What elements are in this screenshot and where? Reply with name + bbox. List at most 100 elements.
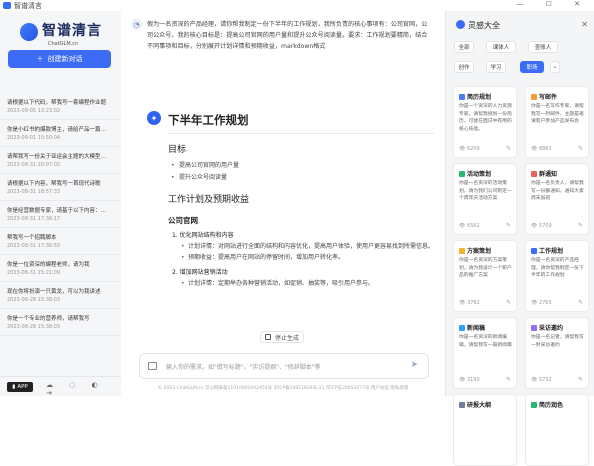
edit-icon[interactable]: ✎ <box>578 299 583 306</box>
assistant-response: 下半年工作规划 目标 提高公司官网的用户量 提升公众号阅读量 工作计划及预期收益… <box>168 109 434 327</box>
tab-4[interactable]: 学习 <box>486 61 506 73</box>
card-usage-count: 👁 5709 <box>531 223 552 229</box>
send-icon[interactable]: ➤ <box>410 360 418 370</box>
edit-icon[interactable]: ✎ <box>578 376 583 383</box>
stop-generating-button[interactable]: 停止生成 <box>260 331 305 343</box>
prompt-card[interactable]: 写邮件 你是一名写作专家，请帮我写一封邮件，主题是邀请客户参加产品发布会 👁 8… <box>525 86 589 158</box>
plan-item: 2. 增加网站营销活动 <box>172 269 228 276</box>
card-icon <box>459 248 465 254</box>
assistant-avatar-icon: ✦ <box>147 111 161 125</box>
plan-detail: 计划详情：定期举办各种营销活动，如促销、抽奖等，吸引用户参与。 <box>168 278 434 289</box>
card-description: 你是一名资深的新闻编辑，请帮我写一篇新闻稿 <box>459 335 512 348</box>
card-description: 你是一名资深的产品经理，请你帮我制定一份下半年的工作规划 <box>531 258 584 278</box>
brand: 智谱清言 ChatGLM.cn <box>20 19 110 49</box>
card-icon <box>531 402 537 408</box>
tab-0[interactable]: 全部 <box>454 41 474 53</box>
card-description: 你是一名写作专家，请帮我写一封邮件，主题是邀请客户参加产品发布会 <box>531 104 584 124</box>
image-upload-icon[interactable] <box>148 362 157 370</box>
conversation-item[interactable]: 你是小红书的爆款博主，请给产品一篇内容 2023-09-01 10:50:04 <box>0 120 121 147</box>
edit-icon[interactable]: ✎ <box>506 376 511 383</box>
card-title: 方案策划 <box>459 246 491 255</box>
brand-subtitle: ChatGLM.cn <box>48 41 79 47</box>
phone-icon: ▮ <box>12 384 16 390</box>
conversation-title: 帮我写一个招聘脚本 <box>7 235 57 241</box>
chat-main: ◔ 假为一名资深的产品经理，请你帮我制定一份下半年的工作规划，我所负责的核心事项… <box>121 11 445 396</box>
footer-icons[interactable]: ☁ ◌ ◐ ⇥ <box>46 381 121 397</box>
goals-heading: 目标 <box>168 145 187 155</box>
card-icon <box>459 171 465 177</box>
card-usage-count: 👁 3190 <box>459 377 480 383</box>
conversation-item[interactable]: 请帮我写一份关于亚运会主题的大模型宣传稿 2023-08-31 20:07:02 <box>0 147 121 174</box>
edit-icon[interactable]: ✎ <box>506 222 511 229</box>
window-controls[interactable]: — ☐ ✕ <box>516 0 590 8</box>
user-avatar-icon: ◔ <box>131 19 142 30</box>
prompt-card[interactable]: 简历润色 <box>525 394 589 466</box>
card-usage-count: 👁 6562 <box>459 223 480 229</box>
conversation-item[interactable]: 你是一位资深的编程老师，请为我 2023-08-31 15:21:09 <box>0 255 121 282</box>
prompt-card[interactable]: 采访邀约 你是一名记者，请帮我写一封采访邀约 👁 5732 ✎ <box>525 317 589 389</box>
goal-item: 提升公众号阅读量 <box>168 172 434 184</box>
conversation-item[interactable]: 你是经营数据专家，请基于以下内容：小... 2023-08-31 17:36:1… <box>0 201 121 228</box>
card-title: 新闻稿 <box>459 323 485 332</box>
conversation-item[interactable]: 请根据以下代码，帮我写一套编程作业题 2023-09-05 13:23:02 <box>0 93 121 120</box>
window-title: 智谱清言 <box>14 2 42 10</box>
plan-detail: 计划详情：对网站进行全面的结构和内容优化，提高用户体验，使用户更容易找到所需信息… <box>168 241 434 252</box>
prompt-card[interactable]: 研报大纲 <box>453 394 517 466</box>
card-title: 研报大纲 <box>459 400 491 409</box>
card-usage-count: 👁 5732 <box>531 377 552 383</box>
stop-label: 停止生成 <box>275 334 300 342</box>
prompt-card[interactable]: 方案策划 你是一名资深的方案策划，请为我设计一个新产品的推广方案 👁 3782 … <box>453 240 517 312</box>
conversation-title: 请根据以下内容，帮我写一首现代诗歌 <box>7 181 101 187</box>
tab-2[interactable]: 查账人 <box>528 41 558 53</box>
conversation-date: 2023-08-31 17:36:50 <box>7 243 61 249</box>
conversation-title: 请根据以下代码，帮我写一套编程作业题 <box>7 100 107 106</box>
plan-heading: 工作计划及预期收益 <box>168 195 250 205</box>
goals-list: 提高公司官网的用户量 提升公众号阅读量 <box>168 160 434 184</box>
chat-input[interactable]: 输入你的需求，如"撰写标题"、"实访提纲"、"修辞脚本"等 ➤ <box>139 353 429 379</box>
card-title: 活动策划 <box>459 169 491 178</box>
conversation-item[interactable]: 现在你将扮演一只黄龙，可以为我讲述 2023-08-28 15:38:03 <box>0 282 121 309</box>
tab-1[interactable]: 课体人 <box>486 41 516 53</box>
inspiration-panel: 灵感大全 ✕ 全部 课体人 查账人 创作 学习 职场 ⌄ 简历规划 你是一个资深的人力资源专… <box>445 11 594 466</box>
conversation-date: 2023-08-31 18:57:33 <box>7 189 61 195</box>
prompt-card[interactable]: 新闻稿 你是一名资深的新闻编辑，请帮我写一篇新闻稿 👁 3190 ✎ <box>453 317 517 389</box>
close-icon[interactable]: ✕ <box>581 20 588 29</box>
conversation-item[interactable]: 你是一个专业的营养师，请帮我写 2023-08-28 15:38:03 <box>0 309 121 336</box>
conversation-item[interactable]: 帮我写一个招聘脚本 2023-08-31 17:36:50 <box>0 228 121 255</box>
edit-icon[interactable]: ✎ <box>506 299 511 306</box>
card-title: 简历润色 <box>531 400 563 409</box>
prompt-card[interactable]: 群通知 你是一名负责人，请帮我写一份群通知，通知大家周末加班 👁 5709 ✎ <box>525 163 589 235</box>
card-icon <box>459 94 465 100</box>
new-chat-button[interactable]: ＋ 创建新对话 <box>8 50 111 68</box>
new-chat-label: 创建新对话 <box>47 55 83 63</box>
tab-3[interactable]: 创作 <box>454 61 474 73</box>
prompt-card[interactable]: 简历规划 你是一个资深的人力资源专家，请帮我规划一份简历，可能在面试中有用的核心… <box>453 86 517 158</box>
card-icon <box>531 171 537 177</box>
user-prompt: 假为一名资深的产品经理，请你帮我制定一份下半年的工作规划，我所负责的核心事项有：… <box>147 21 428 50</box>
card-title: 写邮件 <box>531 92 557 101</box>
card-description <box>459 411 514 441</box>
card-description <box>531 411 586 441</box>
edit-icon[interactable]: ✎ <box>578 145 583 152</box>
bulb-icon <box>456 20 465 29</box>
tab-5[interactable]: 职场 <box>520 61 544 73</box>
app-download-button[interactable]: ▮ APP <box>7 382 33 392</box>
card-icon <box>531 248 537 254</box>
prompt-card[interactable]: 活动策划 你是一名资深的活动策划，请为我们公司制定一个周年庆活动方案 👁 656… <box>453 163 517 235</box>
legal-footer: © 2023 ChatGLM.cn 京公网安备11010802042454号 京… <box>157 386 409 391</box>
edit-icon[interactable]: ✎ <box>506 145 511 152</box>
prompt-card[interactable]: 工作规划 你是一名资深的产品经理，请你帮我制定一份下半年的工作规划 👁 2765… <box>525 240 589 312</box>
card-title: 群通知 <box>531 169 557 178</box>
tab-6[interactable]: ⌄ <box>550 61 560 73</box>
card-description: 你是一个资深的人力资源专家，请帮我规划一份简历，可能在面试中有用的核心技能。 <box>459 104 512 132</box>
conversation-item[interactable]: 请根据以下内容，帮我写一首现代诗歌 2023-08-31 18:57:33 <box>0 174 121 201</box>
card-icon <box>531 94 537 100</box>
conversation-title: 你是一个专业的营养师，请帮我写 <box>7 316 90 322</box>
title-bar: 智谱清言 — ☐ ✕ <box>0 0 594 11</box>
edit-icon[interactable]: ✎ <box>578 222 583 229</box>
plus-icon: ＋ <box>36 55 44 63</box>
conversation-title: 你是小红书的爆款博主，请给产品一篇内容 <box>7 127 111 133</box>
conversation-date: 2023-08-31 15:21:09 <box>7 270 61 276</box>
card-description: 你是一名负责人，请帮我写一份群通知，通知大家周末加班 <box>531 181 584 201</box>
sidebar-footer: ▮ APP ☁ ◌ ◐ ⇥ <box>0 376 121 397</box>
